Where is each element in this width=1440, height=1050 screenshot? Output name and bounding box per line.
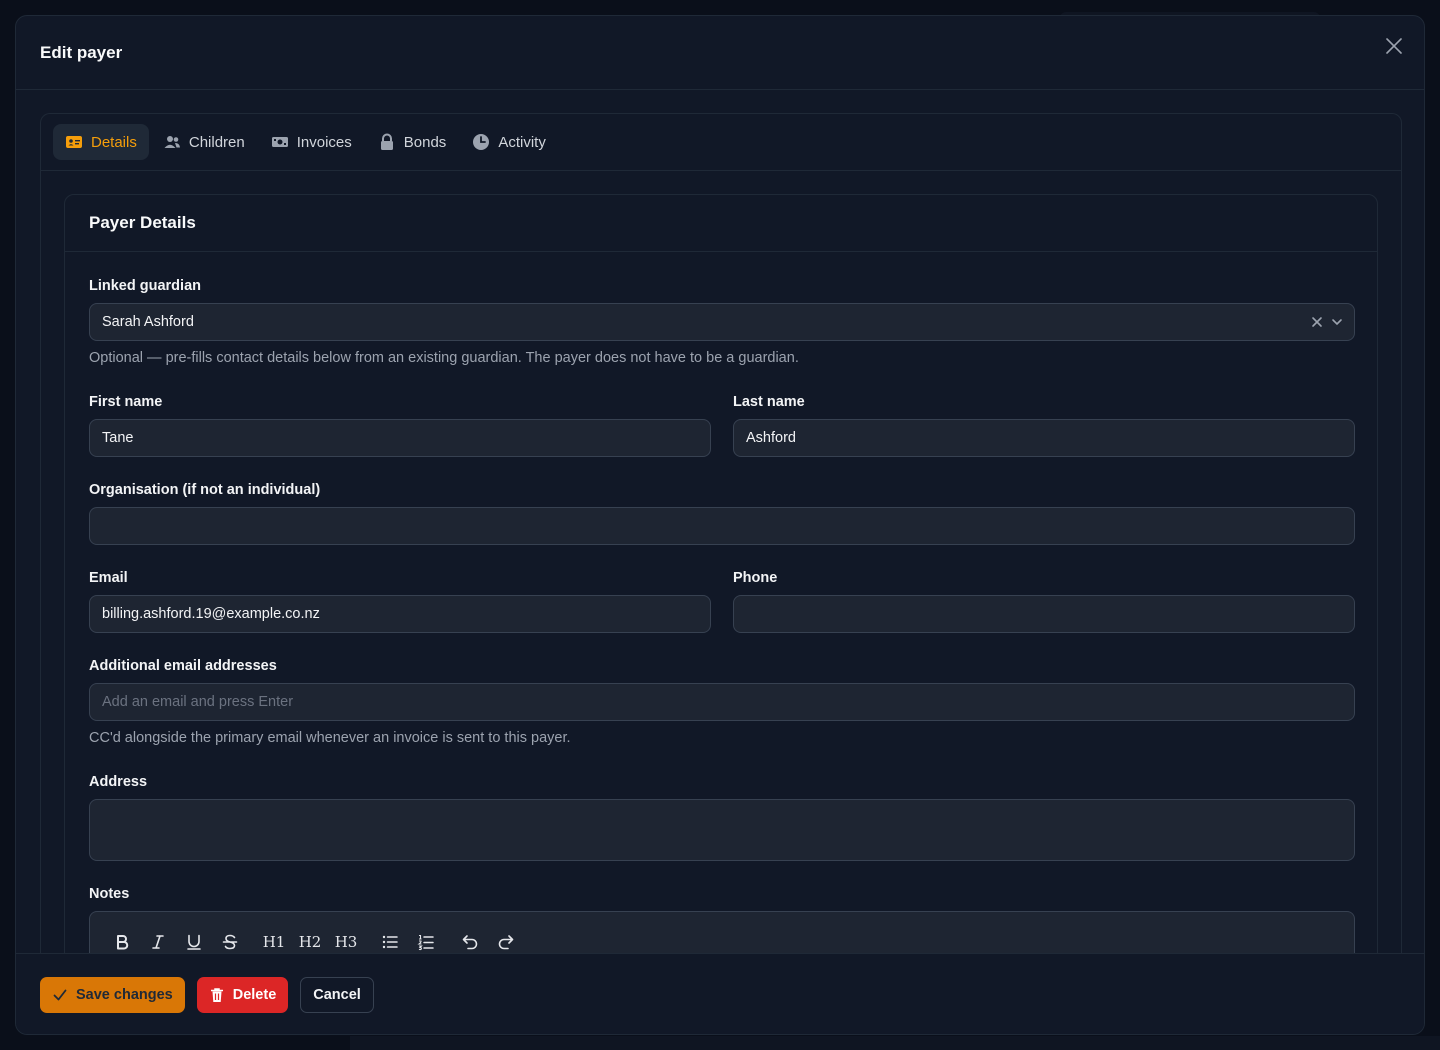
tab-bar: Details Children Invoices Bonds Activity <box>41 114 1401 171</box>
tab-activity[interactable]: Activity <box>460 124 558 160</box>
delete-button-label: Delete <box>232 987 277 1003</box>
backdrop-element <box>350 1036 1440 1050</box>
underline-button[interactable] <box>176 924 212 954</box>
delete-button[interactable]: Delete <box>196 977 289 1013</box>
close-button[interactable] <box>1382 34 1406 58</box>
modal-body: Details Children Invoices Bonds Activity… <box>40 113 1402 953</box>
organisation-label: Organisation (if not an individual) <box>89 482 321 498</box>
lock-icon <box>380 133 393 150</box>
modal-footer: Save changes Delete Cancel <box>16 953 1424 1034</box>
email-value: billing.ashford.19@example.co.nz <box>102 606 320 622</box>
first-name-input[interactable]: Tane <box>89 419 711 457</box>
phone-field[interactable] <box>733 595 1355 633</box>
bold-icon <box>117 934 129 949</box>
phone-label: Phone <box>733 570 778 586</box>
save-button[interactable]: Save changes <box>40 977 185 1013</box>
ordered-list-icon <box>417 934 434 950</box>
modal-header: Edit payer <box>16 16 1424 90</box>
cancel-button[interactable]: Cancel <box>300 977 374 1013</box>
tab-label: Children <box>188 133 245 151</box>
additional-emails-label: Additional email addresses <box>89 658 277 674</box>
bold-button[interactable] <box>104 924 140 954</box>
id-card-icon <box>66 136 82 148</box>
linked-guardian-hint: Optional — pre-fills contact details bel… <box>89 350 799 366</box>
tab-label: Activity <box>498 133 546 151</box>
undo-button[interactable] <box>452 924 488 954</box>
edit-payer-modal: Edit payer Details Children Invoices Bon… <box>15 15 1425 1035</box>
linked-guardian-select[interactable]: Sarah Ashford <box>89 303 1355 341</box>
strikethrough-button[interactable] <box>212 924 248 954</box>
tab-label: Invoices <box>296 133 352 151</box>
users-icon <box>164 136 180 148</box>
close-icon <box>1386 38 1402 54</box>
chevron-down-icon[interactable] <box>1330 315 1344 329</box>
bullet-list-icon <box>382 935 398 948</box>
email-field[interactable]: billing.ashford.19@example.co.nz <box>89 595 711 633</box>
last-name-input[interactable]: Ashford <box>733 419 1355 457</box>
redo-button[interactable] <box>488 924 524 954</box>
notes-label: Notes <box>89 886 130 902</box>
tab-label: Bonds <box>403 133 447 151</box>
notes-editor-toolbar: H1 H2 H3 <box>89 911 1355 953</box>
modal-title: Edit payer <box>40 43 123 62</box>
italic-button[interactable] <box>140 924 176 954</box>
undo-icon <box>462 934 478 949</box>
address-textarea[interactable] <box>89 799 1355 861</box>
cancel-button-label: Cancel <box>313 987 361 1003</box>
bullet-list-button[interactable] <box>372 924 408 954</box>
last-name-value: Ashford <box>746 430 796 446</box>
underline-icon <box>187 934 201 950</box>
tab-invoices[interactable]: Invoices <box>259 124 364 160</box>
tab-label: Details <box>91 133 137 151</box>
tab-bonds[interactable]: Bonds <box>366 124 459 160</box>
save-button-label: Save changes <box>76 987 173 1003</box>
check-icon <box>53 989 67 1001</box>
clock-icon <box>473 134 490 150</box>
tab-children[interactable]: Children <box>151 124 257 160</box>
redo-icon <box>498 934 514 949</box>
trash-icon <box>210 988 223 1002</box>
last-name-label: Last name <box>733 394 805 410</box>
italic-icon <box>152 934 164 949</box>
address-label: Address <box>89 774 148 790</box>
linked-guardian-label: Linked guardian <box>89 278 201 294</box>
organisation-input[interactable] <box>89 507 1355 545</box>
strikethrough-icon <box>222 934 238 949</box>
additional-emails-input[interactable]: Add an email and press Enter <box>89 683 1355 721</box>
additional-emails-placeholder: Add an email and press Enter <box>102 694 294 710</box>
ordered-list-button[interactable] <box>408 924 444 954</box>
heading-2-button[interactable]: H2 <box>292 924 328 954</box>
payer-details-section: Payer Details Linked guardian Sarah Ashf… <box>64 194 1378 953</box>
first-name-value: Tane <box>102 430 134 446</box>
first-name-label: First name <box>89 394 163 410</box>
heading-1-button[interactable]: H1 <box>256 924 292 954</box>
tab-details[interactable]: Details <box>53 124 149 160</box>
email-label: Email <box>89 570 128 586</box>
heading-3-button[interactable]: H3 <box>328 924 364 954</box>
clear-icon[interactable] <box>1310 315 1324 329</box>
section-title: Payer Details <box>65 195 1377 252</box>
additional-emails-hint: CC'd alongside the primary email wheneve… <box>89 730 571 746</box>
linked-guardian-value: Sarah Ashford <box>102 314 194 330</box>
banknote-icon <box>271 137 288 147</box>
